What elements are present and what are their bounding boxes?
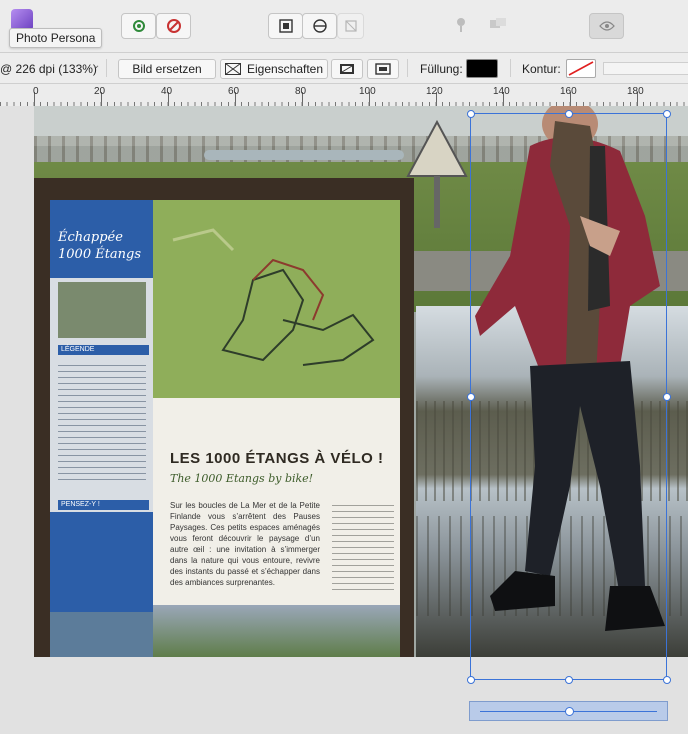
- map-routes: [172, 228, 375, 366]
- replace-image-label: Bild ersetzen: [132, 62, 202, 76]
- poster-legend-text: [58, 360, 146, 480]
- distribute-icon: [312, 19, 327, 33]
- properties-label: Eigenschaften: [246, 62, 324, 76]
- stroke-width-field[interactable]: [603, 62, 688, 75]
- snapping-button[interactable]: [156, 13, 191, 39]
- context-toolbar: @ 226 dpi (133%) ⌄ Bild ersetzen Eigensc…: [0, 53, 688, 84]
- resize-handle-top[interactable]: [565, 110, 573, 118]
- align-button[interactable]: [268, 13, 303, 39]
- resize-handle-top-left[interactable]: [467, 110, 475, 118]
- poster-landscape-strip: [153, 605, 400, 657]
- no-color-icon: [568, 61, 594, 76]
- replace-image-button[interactable]: Bild ersetzen: [118, 59, 216, 79]
- main-toolbar: Photo Persona: [0, 0, 688, 53]
- ruler-label: 40: [161, 86, 173, 97]
- ruler-label: 20: [94, 86, 106, 97]
- zoom-label[interactable]: @ 226 dpi (133%): [0, 62, 97, 76]
- poster-brand-block: Échappée 1000 Étangs: [50, 200, 153, 278]
- properties-icon: [224, 63, 241, 75]
- slider-thumb[interactable]: [565, 707, 574, 716]
- eye-icon: [598, 21, 615, 31]
- ruler-label: 160: [560, 86, 577, 97]
- poster-pensez-label: PENSEZ-Y !: [58, 500, 149, 510]
- resize-handle-top-right[interactable]: [663, 110, 671, 118]
- poster-bottom-photo: [50, 612, 153, 657]
- transform-button[interactable]: [337, 13, 364, 39]
- ruler-label: 60: [228, 86, 240, 97]
- settings-button[interactable]: [121, 13, 156, 39]
- fill-color-swatch[interactable]: [466, 59, 498, 78]
- poster-subheadline: The 1000 Etangs by bike!: [170, 472, 314, 485]
- poster-left-column: Échappée 1000 Étangs LÉGENDE PENSEZ-Y !: [50, 200, 153, 657]
- selection-bounding-box[interactable]: [467, 110, 671, 684]
- distribute-button[interactable]: [302, 13, 337, 39]
- poster: Échappée 1000 Étangs LÉGENDE PENSEZ-Y ! …: [50, 200, 400, 657]
- poster-headline: LES 1000 ÉTANGS À VÉLO !: [170, 450, 384, 467]
- chevron-down-icon[interactable]: ⌄: [92, 60, 100, 71]
- resize-handle-right[interactable]: [663, 393, 671, 401]
- align-icon: [278, 19, 293, 33]
- frame-button[interactable]: [367, 59, 399, 79]
- resize-handle-bottom-left[interactable]: [467, 676, 475, 684]
- ruler-label: 80: [295, 86, 307, 97]
- ruler-label: 120: [426, 86, 443, 97]
- crop-button[interactable]: [331, 59, 363, 79]
- poster-map: [153, 200, 400, 398]
- horizontal-ruler[interactable]: 0 20 40 60 80 100 120 140 160 180: [0, 84, 688, 107]
- stroke-label: Kontur:: [522, 62, 561, 76]
- poster-legend-label: LÉGENDE: [58, 345, 149, 355]
- resize-handle-bottom[interactable]: [565, 676, 573, 684]
- persona-tooltip: Photo Persona: [9, 28, 103, 48]
- ruler-label: 180: [627, 86, 644, 97]
- pond-reflection: [204, 150, 404, 160]
- transform-icon: [344, 20, 357, 32]
- poster-brand-line1: Échappée: [58, 230, 123, 245]
- poster-brand-line2: 1000 Étangs: [58, 247, 142, 262]
- resize-handle-bottom-right[interactable]: [663, 676, 671, 684]
- arrange-icon[interactable]: [490, 18, 506, 30]
- pin-icon[interactable]: [455, 17, 467, 33]
- poster-info-block: [50, 512, 153, 612]
- poster-photos: [58, 282, 146, 338]
- frame-icon: [375, 63, 391, 75]
- snapping-icon: [166, 19, 181, 33]
- ruler-label: 140: [493, 86, 510, 97]
- view-mode-button[interactable]: [589, 13, 624, 39]
- stroke-color-swatch[interactable]: [566, 59, 596, 78]
- divider: [407, 59, 408, 77]
- divider: [106, 59, 107, 77]
- properties-button[interactable]: Eigenschaften: [220, 59, 328, 79]
- transform-slider[interactable]: [469, 701, 668, 721]
- ruler-label: 100: [359, 86, 376, 97]
- ruler-label: 0: [33, 86, 39, 97]
- poster-side-text: [332, 500, 394, 595]
- fill-label: Füllung:: [420, 62, 463, 76]
- resize-handle-left[interactable]: [467, 393, 475, 401]
- gear-icon: [132, 20, 145, 32]
- poster-body: Sur les boucles de La Mer et de la Petit…: [170, 501, 320, 587]
- crop-icon: [340, 64, 354, 74]
- divider: [510, 59, 511, 77]
